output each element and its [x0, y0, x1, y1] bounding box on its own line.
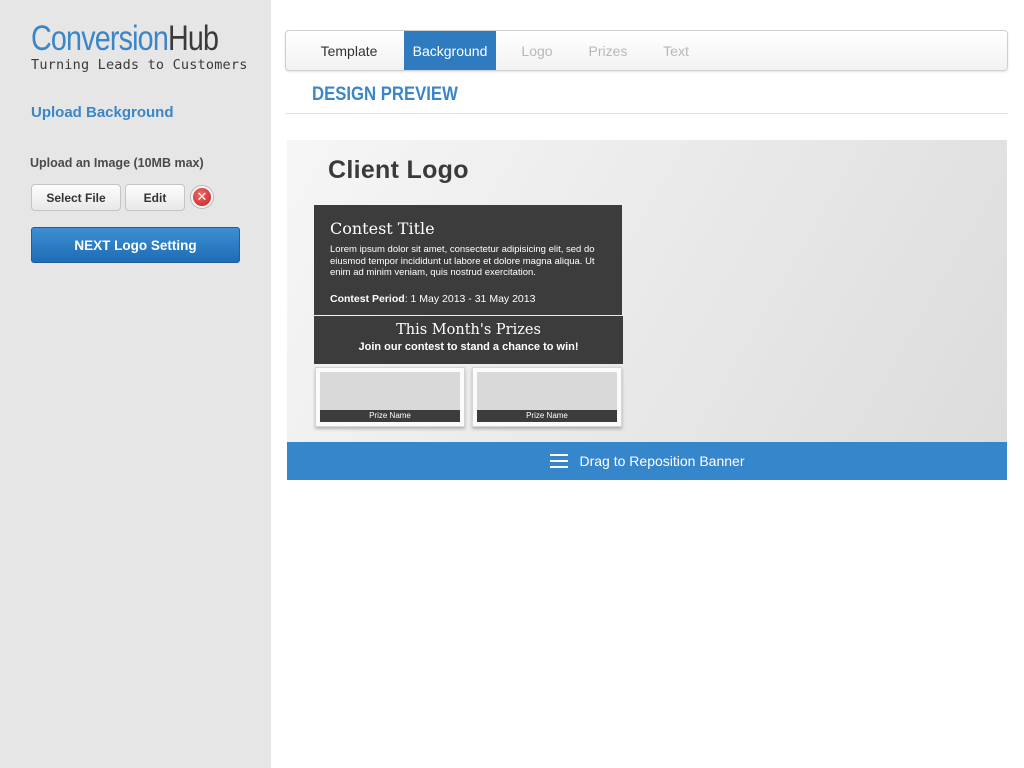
contest-description: Lorem ipsum dolor sit amet, consectetur … — [330, 244, 595, 278]
close-icon[interactable]: ✕ — [191, 186, 213, 208]
drag-reposition-bar[interactable]: Drag to Reposition Banner — [287, 442, 1007, 480]
prizes-header: This Month's Prizes Join our contest to … — [314, 316, 623, 364]
prize-name: Prize Name — [477, 410, 617, 422]
prize-card: Prize Name — [315, 367, 465, 427]
tab-text[interactable]: Text — [646, 31, 706, 70]
tab-prizes[interactable]: Prizes — [576, 31, 640, 70]
client-logo: Client Logo — [328, 156, 469, 184]
prizes-subtitle: Join our contest to stand a chance to wi… — [358, 341, 579, 353]
tab-background[interactable]: Background — [404, 31, 496, 70]
brand-tagline: Turning Leads to Customers — [31, 57, 248, 73]
prizes-title: This Month's Prizes — [396, 322, 541, 338]
contest-period: Contest Period: 1 May 2013 - 31 May 2013 — [330, 293, 535, 305]
divider — [285, 113, 1008, 114]
tab-logo[interactable]: Logo — [502, 31, 572, 70]
page-title: DESIGN PREVIEW — [312, 84, 458, 105]
brand-name-part1: Conversion — [31, 19, 169, 58]
brand-name-part2: Hub — [167, 19, 219, 58]
sidebar: ConversionHub Turning Leads to Customers… — [0, 0, 271, 768]
tab-template[interactable]: Template — [306, 31, 392, 70]
edit-button[interactable]: Edit — [125, 184, 185, 211]
section-title: Upload Background — [31, 104, 174, 121]
contest-period-label: Contest Period — [330, 293, 405, 305]
design-preview-canvas: Client Logo Contest Title Lorem ipsum do… — [287, 140, 1007, 442]
drag-label: Drag to Reposition Banner — [579, 453, 745, 469]
tab-bar: Template Background Logo Prizes Text — [285, 30, 1008, 71]
prize-image — [320, 372, 460, 412]
contest-panel: Contest Title Lorem ipsum dolor sit amet… — [314, 205, 622, 315]
prize-name: Prize Name — [320, 410, 460, 422]
prize-card: Prize Name — [472, 367, 622, 427]
upload-label: Upload an Image (10MB max) — [30, 156, 204, 170]
contest-title: Contest Title — [330, 219, 435, 238]
prize-image — [477, 372, 617, 412]
contest-period-value: : 1 May 2013 - 31 May 2013 — [404, 293, 536, 305]
menu-icon — [549, 454, 568, 468]
brand-logo: ConversionHub Turning Leads to Customers — [31, 19, 259, 73]
brand-name: ConversionHub — [31, 19, 219, 58]
select-file-button[interactable]: Select File — [31, 184, 121, 211]
next-logo-setting-button[interactable]: NEXT Logo Setting — [31, 227, 240, 263]
